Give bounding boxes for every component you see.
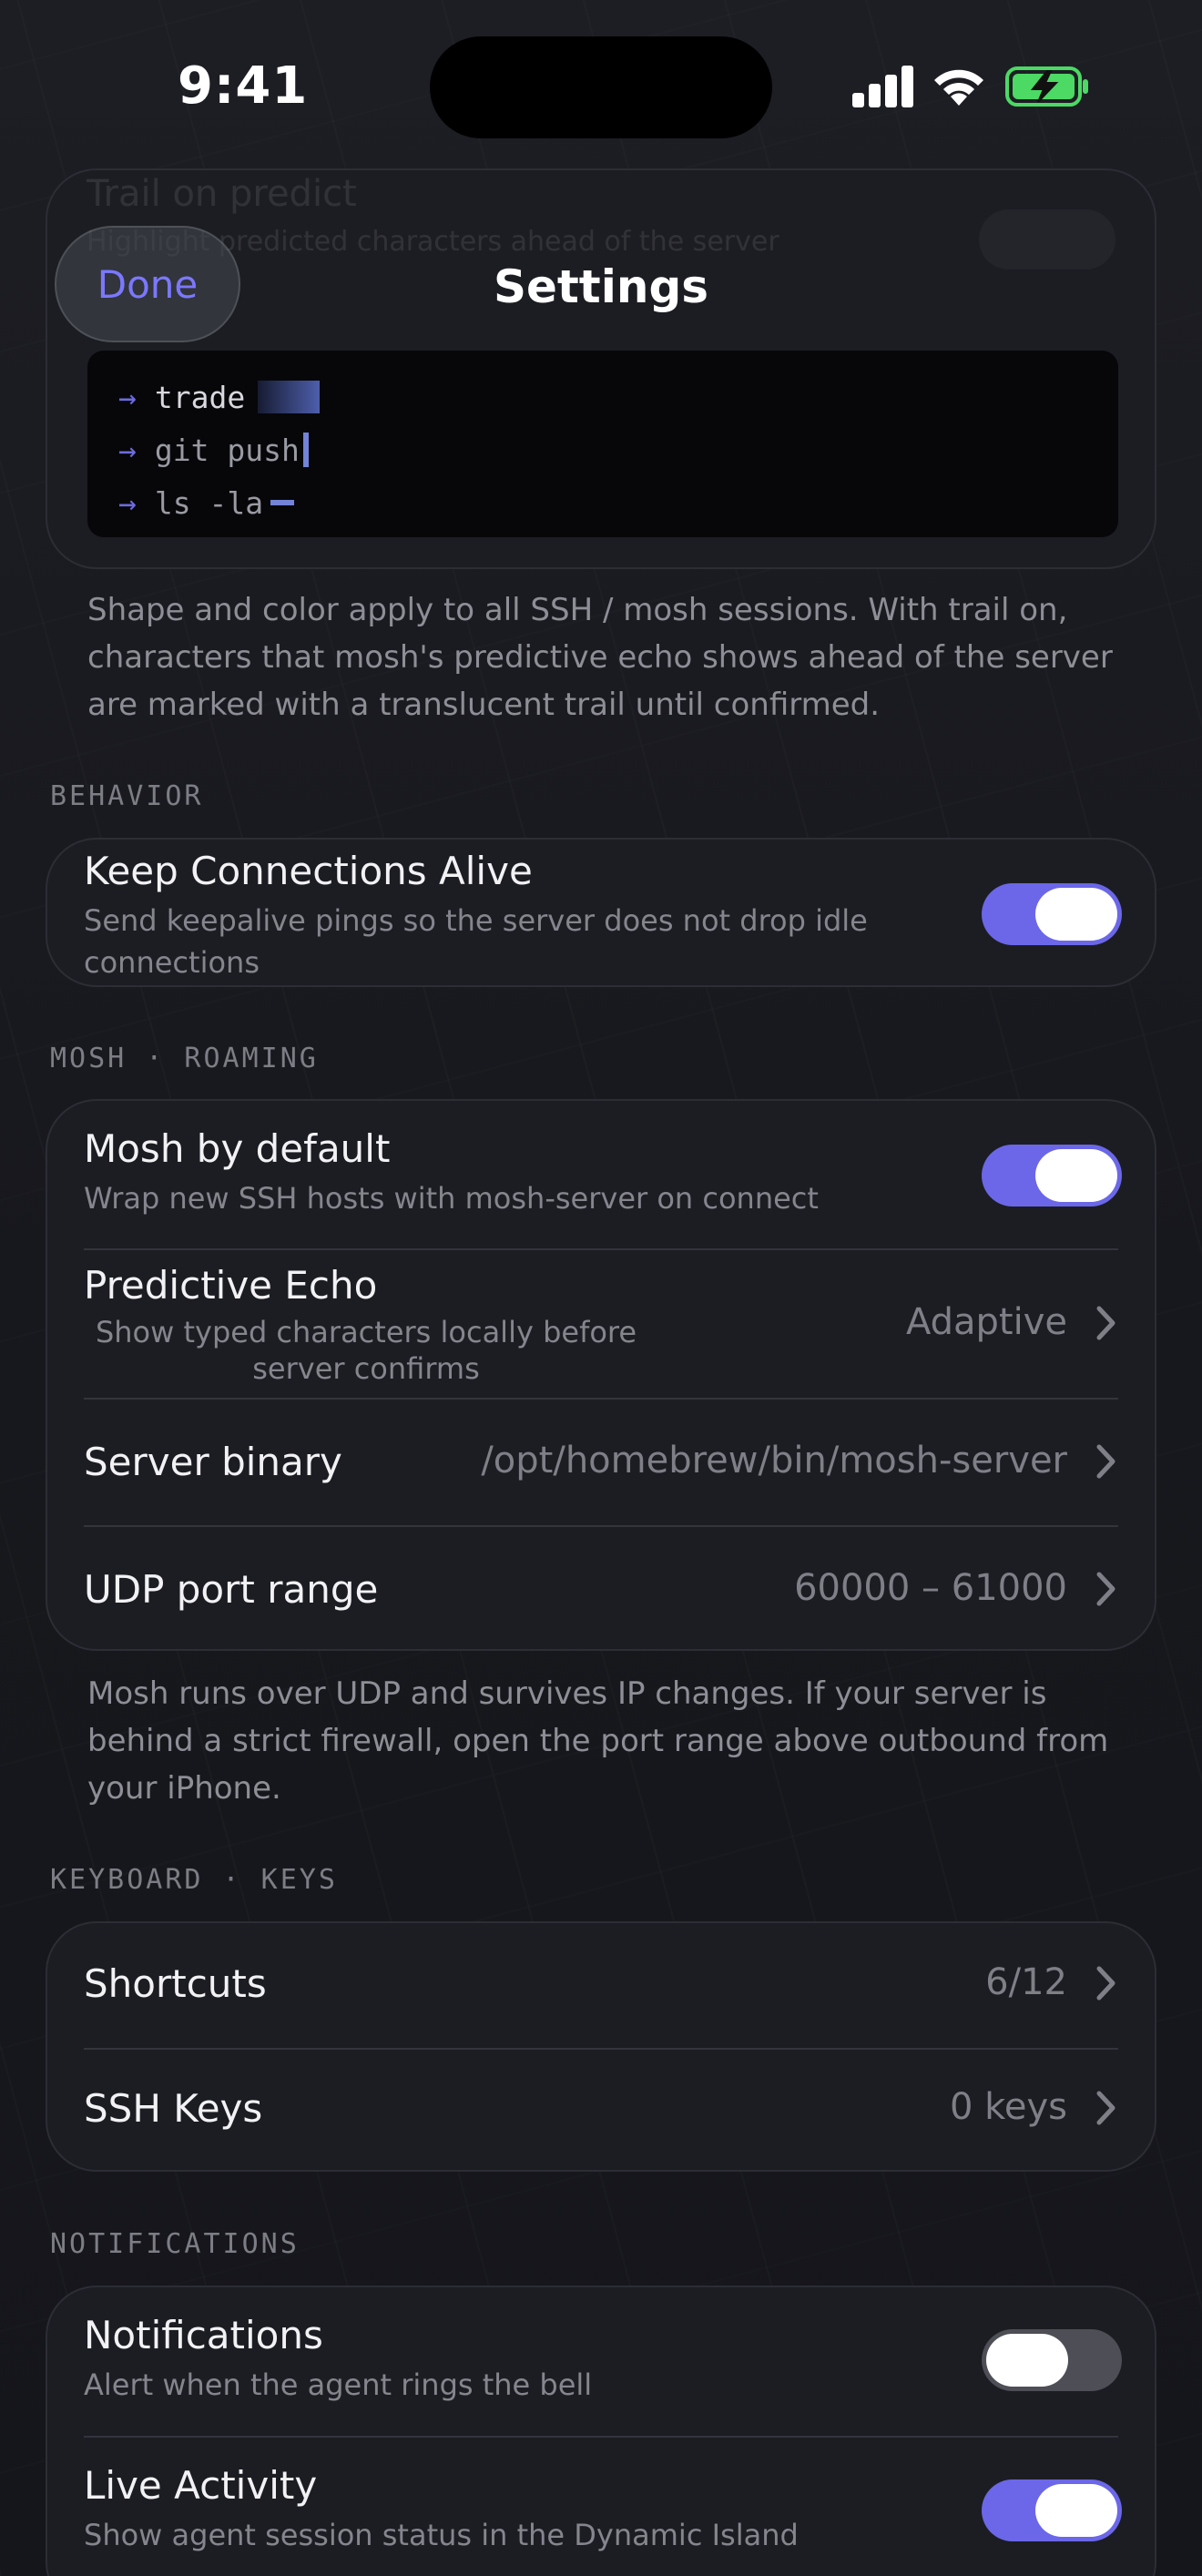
row-value: /opt/homebrew/bin/mosh-server — [481, 1440, 1067, 1481]
bar-cursor — [302, 433, 309, 467]
notifications-card: Notifications Alert when the agent rings… — [46, 2286, 1156, 2576]
status-time: 9:41 — [178, 56, 309, 116]
row-title: Server binary — [84, 1440, 342, 1484]
behavior-card: Keep Connections Alive Send keepalive pi… — [46, 838, 1156, 987]
chevron-right-icon — [1096, 1444, 1115, 1479]
terminal-preview: → trade → git push → ls -la — [87, 351, 1118, 537]
row-subtitle: Alert when the agent rings the bell — [84, 2367, 593, 2402]
battery-charging-icon — [1005, 66, 1088, 107]
row-title: Shortcuts — [84, 1961, 267, 2006]
udp-range-row[interactable]: UDP port range 60000 – 61000 — [47, 1525, 1155, 1649]
dynamic-island — [430, 36, 772, 138]
shortcuts-row[interactable]: Shortcuts 6/12 — [47, 1923, 1155, 2048]
row-subtitle: Wrap new SSH hosts with mosh-server on c… — [84, 1181, 819, 1216]
mosh-default-row[interactable]: Mosh by default Wrap new SSH hosts with … — [47, 1101, 1155, 1248]
page-title: Settings — [493, 260, 708, 313]
row-value: 6/12 — [985, 1961, 1067, 2003]
live-activity-toggle[interactable] — [982, 2479, 1122, 2541]
mosh-card: Mosh by default Wrap new SSH hosts with … — [46, 1099, 1156, 1651]
chevron-right-icon — [1096, 1966, 1115, 2001]
keep-alive-toggle[interactable] — [982, 883, 1122, 945]
row-title: Live Activity — [84, 2463, 318, 2508]
navigation-bar: Done Settings — [0, 217, 1202, 353]
chevron-right-icon — [1096, 2091, 1115, 2125]
terminal-command: trade — [154, 379, 246, 415]
predictive-echo-row[interactable]: Predictive Echo Show typed characters lo… — [47, 1248, 1155, 1398]
block-cursor — [258, 381, 321, 413]
terminal-line: → git push — [118, 423, 1087, 476]
section-label-keyboard: KEYBOARD · KEYS — [50, 1864, 338, 1896]
status-bar: 9:41 — [0, 0, 1202, 173]
row-title: UDP port range — [84, 1567, 379, 1612]
underline-cursor — [270, 500, 295, 505]
row-value: 60000 – 61000 — [794, 1567, 1067, 1609]
notifications-row[interactable]: Notifications Alert when the agent rings… — [47, 2287, 1155, 2436]
terminal-line: → trade — [118, 371, 1087, 423]
keyboard-card: Shortcuts 6/12 SSH Keys 0 keys — [46, 1921, 1156, 2172]
prompt-arrow-icon: → — [118, 432, 137, 468]
mosh-footnote: Mosh runs over UDP and survives IP chang… — [87, 1675, 1109, 1807]
prompt-arrow-icon: → — [118, 484, 137, 521]
chevron-right-icon — [1096, 1306, 1115, 1340]
terminal-command: ls -la — [154, 484, 264, 521]
live-activity-row[interactable]: Live Activity Show agent session status … — [47, 2436, 1155, 2576]
terminal-command: git push — [154, 432, 300, 468]
row-value: Adaptive — [905, 1301, 1067, 1343]
row-title: SSH Keys — [84, 2086, 263, 2131]
section-label-notifications: NOTIFICATIONS — [50, 2228, 300, 2260]
server-binary-row[interactable]: Server binary /opt/homebrew/bin/mosh-ser… — [47, 1398, 1155, 1525]
row-subtitle: Show typed characters locally before ser… — [95, 1315, 637, 1386]
row-value: 0 keys — [949, 2086, 1067, 2128]
terminal-line: → ls -la — [118, 476, 1087, 529]
row-subtitle: Show agent session status in the Dynamic… — [84, 2518, 799, 2552]
mosh-default-toggle[interactable] — [982, 1145, 1122, 1207]
ghost-row-title: Trail on predict — [87, 173, 357, 215]
section-label-behavior: BEHAVIOR — [50, 780, 204, 812]
row-title: Mosh by default — [84, 1126, 391, 1171]
keep-alive-row[interactable]: Keep Connections Alive Send keepalive pi… — [47, 840, 1155, 985]
wifi-icon — [934, 69, 983, 106]
section-label-mosh: MOSH · ROAMING — [50, 1043, 319, 1074]
row-subtitle: Send keepalive pings so the server does … — [84, 903, 868, 980]
row-title: Notifications — [84, 2313, 323, 2357]
row-title: Predictive Echo — [84, 1263, 378, 1308]
row-title: Keep Connections Alive — [84, 849, 533, 893]
cellular-signal-icon — [852, 66, 914, 107]
prompt-arrow-icon: → — [118, 379, 137, 415]
ssh-keys-row[interactable]: SSH Keys 0 keys — [47, 2048, 1155, 2170]
chevron-right-icon — [1096, 1572, 1115, 1606]
cursor-footnote: Shape and color apply to all SSH / mosh … — [87, 592, 1113, 723]
notifications-toggle[interactable] — [982, 2329, 1122, 2391]
